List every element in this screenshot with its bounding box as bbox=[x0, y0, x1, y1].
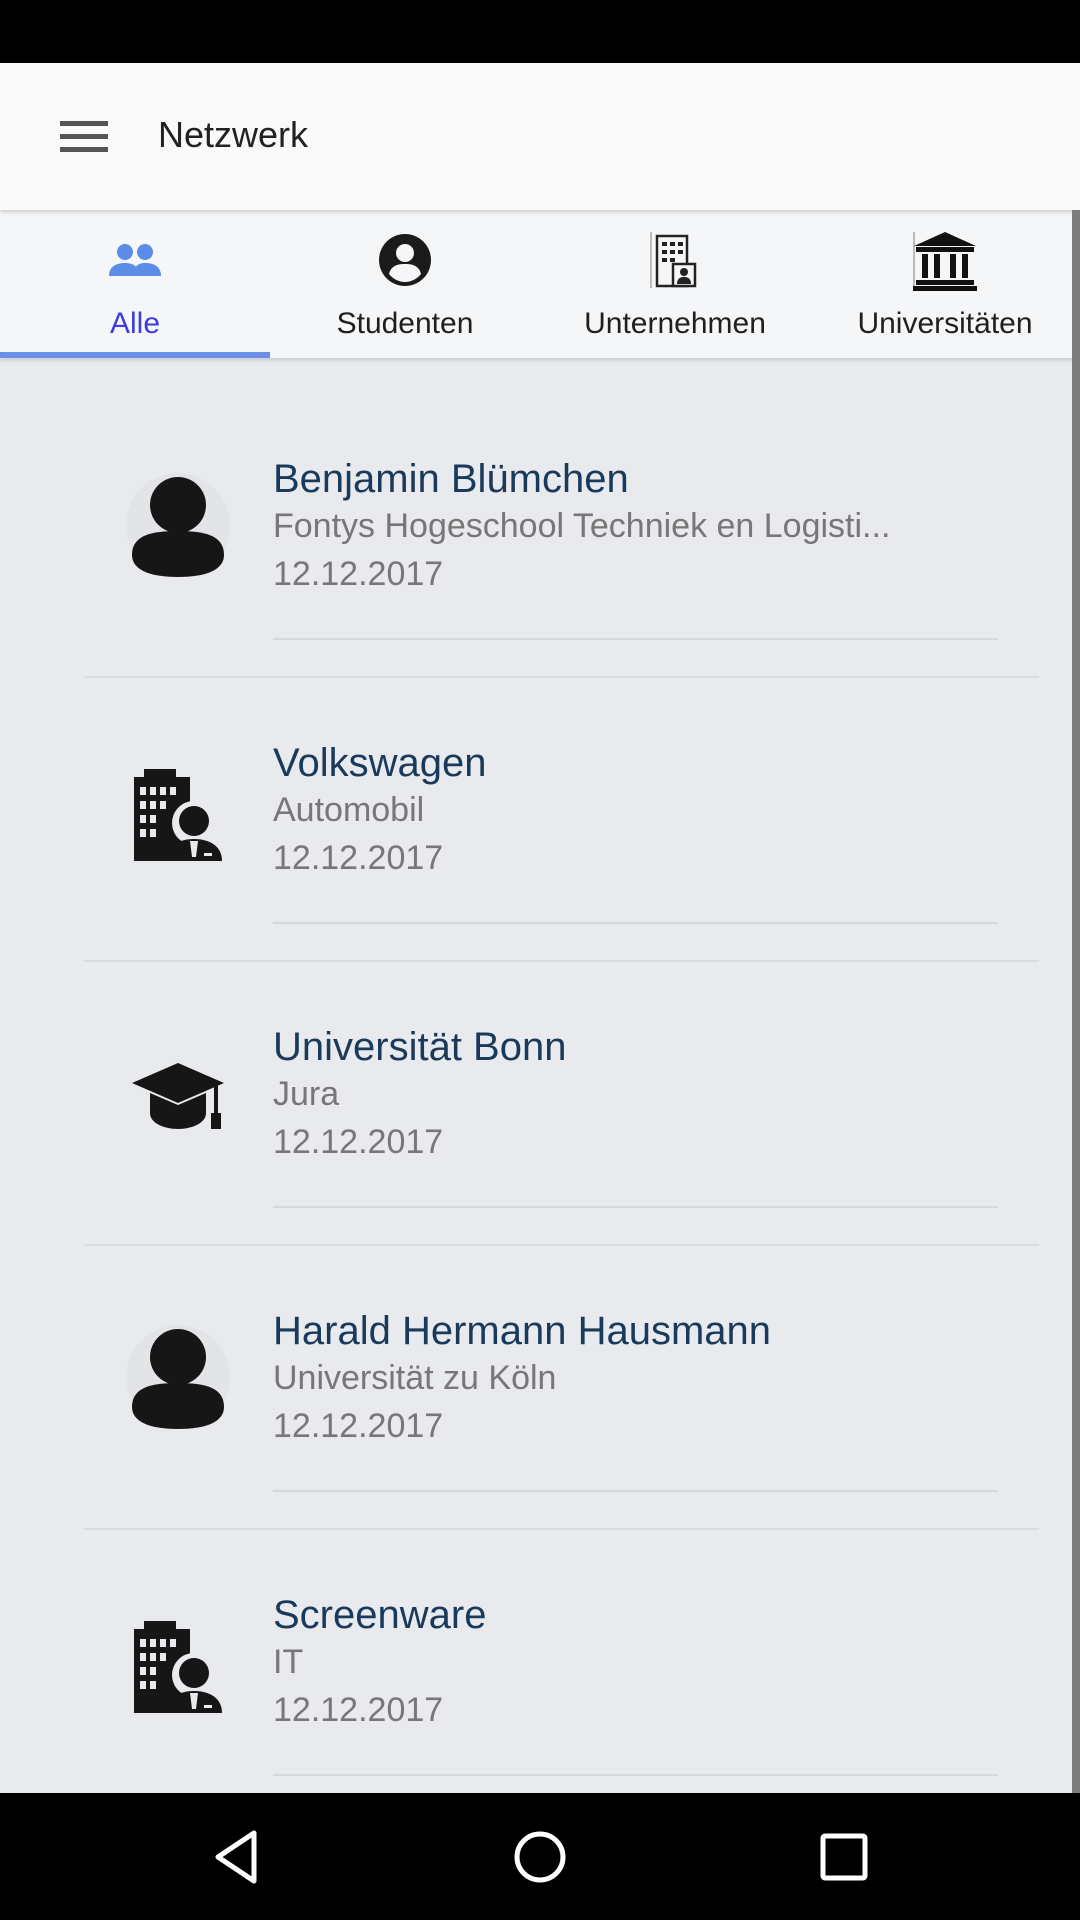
office-building-icon bbox=[650, 232, 697, 288]
tab-unternehmen[interactable]: Unternehmen bbox=[540, 210, 810, 358]
people-icon bbox=[109, 244, 161, 276]
home-circle-icon bbox=[514, 1831, 566, 1883]
contact-date: 12.12.2017 bbox=[273, 839, 444, 877]
contact-name: Benjamin Blümchen bbox=[273, 457, 629, 501]
person-icon bbox=[126, 473, 230, 577]
contact-date: 12.12.2017 bbox=[273, 1691, 444, 1729]
company-icon bbox=[134, 769, 222, 861]
active-tab-indicator bbox=[0, 352, 270, 358]
contact-date: 12.12.2017 bbox=[273, 1407, 444, 1445]
contact-name: Universität Bonn bbox=[273, 1025, 567, 1069]
person-icon bbox=[126, 1325, 230, 1429]
tab-label: Studenten bbox=[336, 307, 474, 340]
list-item[interactable]: Harald Hermann Hausmann Universität zu K… bbox=[0, 1210, 1072, 1530]
tab-studenten[interactable]: Studenten bbox=[270, 210, 540, 358]
divider bbox=[273, 922, 998, 924]
menu-icon bbox=[60, 121, 108, 152]
back-triangle-icon bbox=[215, 1830, 257, 1884]
contact-name: Harald Hermann Hausmann bbox=[273, 1309, 772, 1353]
divider bbox=[273, 1206, 998, 1208]
tab-bar: Alle Studenten Unternehmen Universitäten bbox=[0, 210, 1080, 358]
contact-subtitle: Jura bbox=[273, 1075, 340, 1113]
home-button[interactable] bbox=[504, 1821, 576, 1893]
contact-subtitle: Universität zu Köln bbox=[273, 1359, 557, 1397]
tab-label: Unternehmen bbox=[584, 307, 766, 340]
contact-subtitle: Fontys Hogeschool Techniek en Logisti... bbox=[273, 507, 891, 545]
divider bbox=[273, 1490, 998, 1492]
contact-subtitle: Automobil bbox=[273, 791, 425, 829]
status-bar bbox=[0, 0, 1080, 63]
back-button[interactable] bbox=[200, 1821, 272, 1893]
page-title: Netzwerk bbox=[158, 114, 309, 155]
divider bbox=[273, 1774, 998, 1776]
contact-date: 12.12.2017 bbox=[273, 1123, 444, 1161]
list-item[interactable]: Benjamin Blümchen Fontys Hogeschool Tech… bbox=[0, 358, 1072, 678]
list-item[interactable]: Universität Bonn Jura 12.12.2017 bbox=[0, 926, 1072, 1246]
account-circle-icon bbox=[379, 234, 431, 286]
tab-alle[interactable]: Alle bbox=[0, 210, 270, 358]
divider bbox=[273, 638, 998, 640]
app-bar: Netzwerk bbox=[0, 63, 1080, 210]
tab-label: Alle bbox=[109, 307, 161, 340]
contact-name: Screenware bbox=[273, 1593, 487, 1637]
scrollbar[interactable] bbox=[1072, 210, 1080, 1793]
contact-date: 12.12.2017 bbox=[273, 555, 444, 593]
institution-icon bbox=[913, 232, 977, 291]
contact-name: Volkswagen bbox=[273, 741, 487, 785]
recents-square-icon bbox=[820, 1833, 868, 1881]
tab-universitaeten[interactable]: Universitäten bbox=[810, 210, 1080, 358]
system-nav-bar bbox=[0, 1793, 1080, 1920]
graduation-cap-icon bbox=[132, 1063, 224, 1129]
contact-subtitle: IT bbox=[273, 1643, 304, 1681]
recents-button[interactable] bbox=[808, 1821, 880, 1893]
tab-label: Universitäten bbox=[857, 307, 1033, 340]
menu-button[interactable] bbox=[48, 105, 120, 165]
company-icon bbox=[134, 1621, 222, 1713]
list-item[interactable]: Volkswagen Automobil 12.12.2017 bbox=[0, 642, 1072, 962]
list-item[interactable]: Screenware IT 12.12.2017 bbox=[0, 1494, 1072, 1778]
